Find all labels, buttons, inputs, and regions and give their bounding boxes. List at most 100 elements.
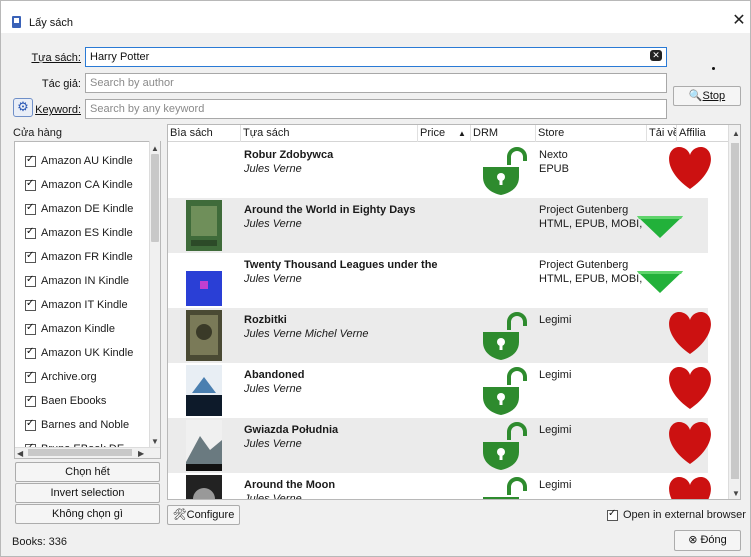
affiliate-heart-icon — [669, 367, 711, 409]
affiliate-heart-icon — [669, 422, 711, 464]
store-list-hscroll-thumb[interactable] — [28, 449, 132, 456]
col-price[interactable]: Price ▲ — [418, 125, 471, 142]
store-label: Amazon IN Kindle — [41, 275, 130, 287]
store-label: Archive.org — [41, 371, 97, 383]
title-search-input[interactable]: Harry Potter — [85, 47, 667, 67]
store-checkbox[interactable] — [25, 394, 36, 407]
store-checkbox[interactable] — [25, 202, 36, 215]
stop-button-label: Stop — [702, 90, 726, 102]
results-scroll-up-icon[interactable]: ▲ — [732, 129, 740, 138]
affiliate-heart-icon — [669, 312, 711, 354]
store-label: Amazon UK Kindle — [41, 347, 134, 359]
configure-button[interactable]: 🛠Configure — [167, 505, 240, 525]
col-affiliate[interactable]: Affilia — [677, 125, 728, 142]
store-label: Amazon IT Kindle — [41, 299, 128, 311]
book-cover-image — [186, 255, 222, 306]
clear-text-icon[interactable]: ✕ — [650, 50, 662, 61]
book-store: Legimi — [539, 424, 572, 436]
affiliate-heart-icon — [669, 147, 711, 189]
store-item[interactable]: Barnes and Noble — [25, 417, 129, 433]
store-item[interactable]: Amazon DE Kindle — [25, 201, 133, 217]
result-row[interactable]: Twenty Thousand Leagues under the Jules V… — [168, 253, 708, 308]
store-checkbox[interactable] — [25, 154, 36, 167]
store-checkbox[interactable] — [25, 418, 36, 431]
book-store: Legimi — [539, 369, 572, 381]
select-all-button[interactable]: Chọn hết — [15, 462, 160, 482]
open-external-checkbox[interactable] — [607, 508, 618, 521]
col-title[interactable]: Tựa sách — [241, 125, 418, 142]
store-item[interactable]: Amazon FR Kindle — [25, 249, 133, 265]
store-item[interactable]: Amazon IT Kindle — [25, 297, 128, 313]
keyword-search-input[interactable]: Search by any keyword — [85, 99, 667, 119]
scroll-left-icon[interactable]: ◀ — [17, 449, 23, 458]
author-label: Tác giả: — [41, 78, 81, 90]
open-external-label: Open in external browser — [623, 509, 746, 521]
close-button[interactable]: ⊗ Đóng — [674, 530, 741, 551]
result-row[interactable]: Gwiazda Południa Jules Verne Legimi — [168, 418, 711, 473]
store-label: Amazon FR Kindle — [41, 251, 133, 263]
store-checkbox[interactable] — [25, 370, 36, 383]
book-cover-image — [186, 420, 222, 471]
col-drm[interactable]: DRM — [471, 125, 536, 142]
store-item[interactable]: Amazon IN Kindle — [25, 273, 129, 289]
store-checkbox[interactable] — [25, 346, 36, 359]
book-store: Project Gutenberg — [539, 259, 629, 271]
book-cover-image — [186, 475, 222, 499]
download-arrow-icon[interactable] — [635, 212, 687, 240]
stop-button[interactable]: 🔍Stop — [673, 86, 741, 106]
drm-unlocked-icon — [483, 477, 527, 499]
scroll-down-icon[interactable]: ▼ — [151, 437, 159, 446]
book-author: Jules Verne — [244, 493, 302, 500]
store-label: Amazon Kindle — [41, 323, 115, 335]
search-icon: 🔍 — [688, 90, 703, 102]
book-title: Gwiazda Południa — [244, 424, 339, 436]
store-item[interactable]: Amazon CA Kindle — [25, 177, 133, 193]
result-row[interactable]: Robur Zdobywca Jules Verne Nexto EPUB — [168, 143, 711, 198]
store-item[interactable]: Amazon AU Kindle — [25, 153, 133, 169]
store-label: Amazon ES Kindle — [41, 227, 133, 239]
result-row[interactable]: Around the Moon Jules Verne Legimi — [168, 473, 711, 500]
store-list: Amazon AU Kindle Amazon CA Kindle Amazon D… — [14, 141, 161, 459]
close-label: Đóng — [700, 534, 727, 546]
book-author: Jules Verne — [244, 218, 302, 230]
close-window-icon[interactable]: ✕ — [729, 11, 749, 31]
affiliate-heart-icon — [669, 477, 711, 499]
result-row[interactable]: Rozbitki Jules Verne Michel Verne Legimi — [168, 308, 711, 363]
invert-selection-button[interactable]: Invert selection — [15, 483, 160, 503]
author-search-input[interactable]: Search by author — [85, 73, 667, 93]
results-vscroll-thumb[interactable] — [731, 143, 739, 479]
title-bar: Lấy sách ✕ — [1, 1, 750, 33]
scroll-right-icon[interactable]: ▶ — [138, 449, 144, 458]
store-checkbox[interactable] — [25, 178, 36, 191]
book-store: Legimi — [539, 314, 572, 326]
results-scroll-down-icon[interactable]: ▼ — [732, 489, 740, 498]
book-title: Abandoned — [244, 369, 305, 381]
store-checkbox[interactable] — [25, 250, 36, 263]
store-checkbox[interactable] — [25, 298, 36, 311]
store-item[interactable]: Archive.org — [25, 369, 97, 385]
book-store: Nexto — [539, 149, 568, 161]
col-store[interactable]: Store — [536, 125, 647, 142]
store-item[interactable]: Amazon UK Kindle — [25, 345, 133, 361]
book-author: Jules Verne — [244, 383, 302, 395]
books-count: Books: 336 — [12, 536, 68, 548]
store-label: Amazon AU Kindle — [41, 155, 133, 167]
keyword-label: Keyword: — [35, 104, 81, 116]
result-row[interactable]: Abandoned Jules Verne Legimi — [168, 363, 711, 418]
store-list-vscroll-thumb[interactable] — [151, 154, 159, 242]
store-item[interactable]: Amazon ES Kindle — [25, 225, 133, 241]
select-none-button[interactable]: Không chọn gì — [15, 504, 160, 524]
store-checkbox[interactable] — [25, 274, 36, 287]
book-formats: HTML, EPUB, MOBI, TXT — [539, 218, 645, 230]
col-download[interactable]: Tải về — [647, 125, 677, 142]
store-item[interactable]: Baen Ebooks — [25, 393, 106, 409]
gear-icon[interactable]: ⚙ — [13, 98, 33, 117]
download-arrow-icon[interactable] — [635, 267, 687, 295]
store-checkbox[interactable] — [25, 322, 36, 335]
store-checkbox[interactable] — [25, 226, 36, 239]
scroll-up-icon[interactable]: ▲ — [151, 144, 159, 153]
result-row[interactable]: Around the World in Eighty Days Jules Ver… — [168, 198, 708, 253]
window-title: Lấy sách — [29, 17, 74, 29]
col-cover[interactable]: Bìa sách — [168, 125, 241, 142]
store-item[interactable]: Amazon Kindle — [25, 321, 115, 337]
